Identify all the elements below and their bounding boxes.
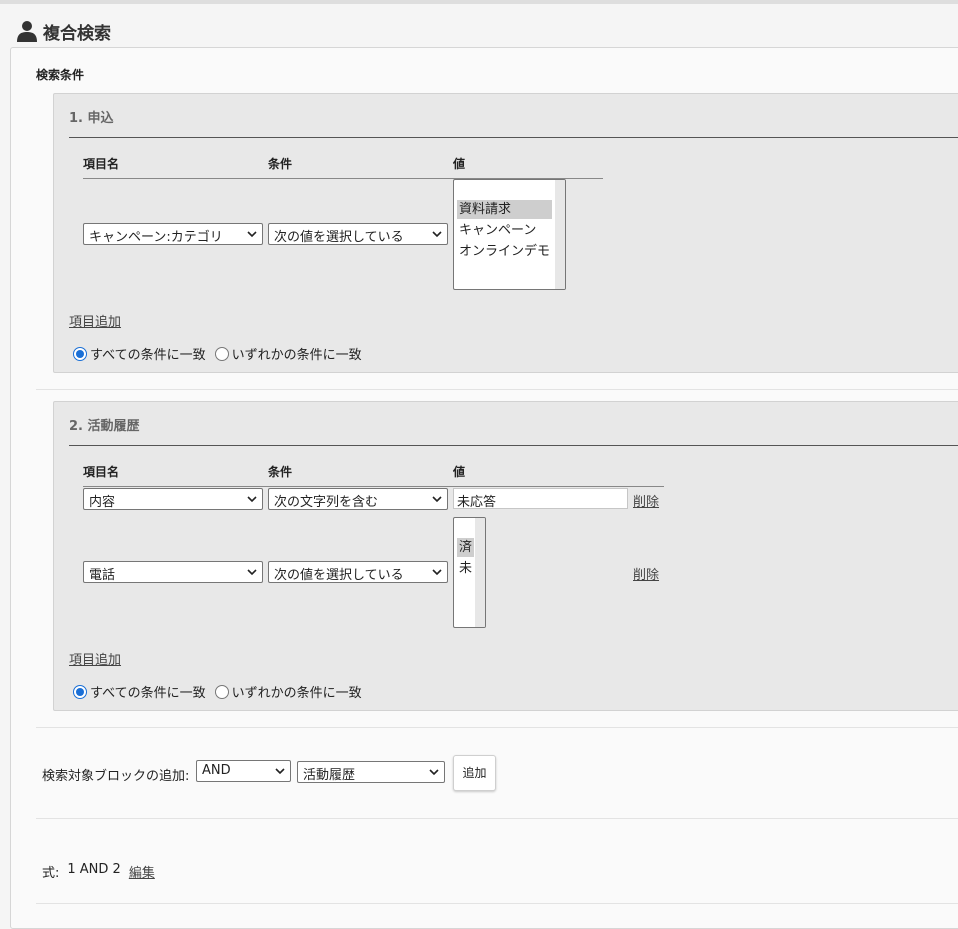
listbox-option[interactable]: オンラインデモ: [457, 242, 552, 261]
column-header-value: 値: [453, 157, 466, 171]
match-any-radio[interactable]: [214, 684, 229, 699]
divider: [36, 727, 958, 728]
match-all-radio[interactable]: [73, 684, 87, 699]
operator-select-value: 次の値を選択している: [274, 230, 404, 245]
block-logic-value: AND: [202, 763, 231, 778]
page-header: 複合検索: [15, 16, 111, 46]
match-any-radio[interactable]: [214, 346, 229, 361]
delete-link[interactable]: 削除: [633, 491, 659, 510]
field-select-value: キャンペーン:カテゴリ: [89, 230, 223, 245]
chevron-down-icon: [247, 569, 257, 576]
value-listbox[interactable]: 資料請求 キャンペーン オンラインデモ: [453, 179, 566, 290]
formula-value: 1 AND 2: [67, 862, 121, 877]
chevron-down-icon: [247, 231, 257, 238]
column-header-condition: 条件: [268, 465, 293, 479]
add-item-link[interactable]: 項目追加: [69, 311, 121, 330]
search-block-1: 1. 申込 項目名 条件 値 キャンペーン:カテゴリ 次の値を選択している 資料…: [53, 93, 958, 373]
block-title: 2. 活動履歴: [69, 419, 140, 434]
column-header-field: 項目名: [83, 157, 120, 171]
match-options: すべての条件に一致 いずれかの条件に一致: [73, 682, 362, 701]
add-item-link[interactable]: 項目追加: [69, 649, 121, 668]
listbox-option[interactable]: 未: [457, 559, 474, 578]
field-select-value: 電話: [89, 568, 116, 583]
block-title: 1. 申込: [69, 111, 114, 126]
chevron-down-icon: [432, 231, 442, 238]
header-rule: [83, 486, 664, 487]
block-logic-select[interactable]: AND: [196, 760, 291, 782]
match-any-label[interactable]: いずれかの条件に一致: [232, 344, 362, 363]
conditions-label: 検索条件: [36, 68, 85, 82]
match-options: すべての条件に一致 いずれかの条件に一致: [73, 344, 362, 363]
listbox-scrollbar[interactable]: [555, 180, 565, 289]
chevron-down-icon: [275, 768, 285, 775]
divider: [36, 818, 958, 819]
listbox-scrollbar[interactable]: [475, 518, 485, 627]
value-listbox[interactable]: 済 未: [453, 517, 486, 628]
person-icon: [17, 21, 37, 42]
listbox-option[interactable]: 済: [457, 538, 475, 557]
add-block-label: 検索対象ブロックの追加:: [42, 769, 190, 784]
chevron-down-icon: [429, 769, 439, 776]
listbox-option[interactable]: キャンペーン: [457, 221, 538, 240]
chevron-down-icon: [247, 496, 257, 503]
field-select[interactable]: 内容: [83, 488, 263, 510]
field-select-value: 内容: [89, 495, 116, 510]
operator-select[interactable]: 次の値を選択している: [268, 223, 448, 245]
block-target-select[interactable]: 活動履歴: [297, 761, 445, 783]
divider: [36, 389, 958, 390]
column-header-value: 値: [453, 465, 466, 479]
formula-row: 式: 1 AND 2 編集: [42, 862, 155, 881]
column-header-condition: 条件: [268, 157, 293, 171]
field-select[interactable]: キャンペーン:カテゴリ: [83, 223, 263, 245]
match-any-label[interactable]: いずれかの条件に一致: [232, 682, 362, 701]
listbox-option[interactable]: 資料請求: [457, 200, 552, 219]
operator-select[interactable]: 次の文字列を含む: [268, 488, 448, 510]
chevron-down-icon: [432, 569, 442, 576]
add-block-button[interactable]: 追加: [453, 755, 496, 791]
operator-select-value: 次の文字列を含む: [274, 495, 379, 510]
edit-formula-link[interactable]: 編集: [129, 862, 155, 881]
operator-select-value: 次の値を選択している: [274, 568, 404, 583]
value-text-input[interactable]: 未応答: [453, 488, 628, 510]
match-all-label[interactable]: すべての条件に一致: [90, 344, 206, 363]
search-block-2: 2. 活動履歴 項目名 条件 値 内容 次の文字列を含む 未応答 削除 電話 次…: [53, 401, 958, 711]
column-header-field: 項目名: [83, 465, 120, 479]
formula-label: 式:: [42, 866, 60, 881]
block-rule: [69, 445, 958, 446]
top-border: [0, 0, 958, 4]
block-target-value: 活動履歴: [303, 768, 356, 783]
block-rule: [69, 137, 958, 138]
delete-link[interactable]: 削除: [633, 564, 659, 583]
chevron-down-icon: [432, 496, 442, 503]
page-title: 複合検索: [43, 23, 111, 44]
operator-select[interactable]: 次の値を選択している: [268, 561, 448, 583]
divider: [36, 903, 958, 904]
field-select[interactable]: 電話: [83, 561, 263, 583]
match-all-label[interactable]: すべての条件に一致: [90, 682, 206, 701]
match-all-radio[interactable]: [73, 346, 87, 361]
